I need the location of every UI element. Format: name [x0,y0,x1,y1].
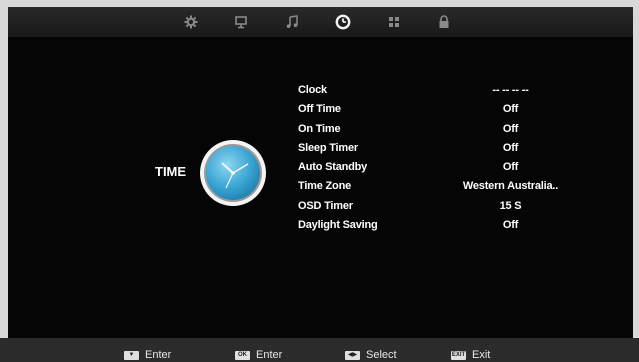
down-key-icon: ▼ [124,350,139,360]
menu-label: Clock [298,84,327,96]
time-settings-menu: Clock -- -- -- -- Off Time Off On Time O… [298,80,578,234]
menu-row-time-zone[interactable]: Time Zone Western Australia.. [298,176,578,195]
menu-label: Off Time [298,103,341,116]
monitor-icon[interactable] [232,13,250,31]
menu-label: OSD Timer [298,199,353,212]
clock-icon[interactable] [334,13,352,31]
left-right-key-icon: ◀▶ [345,350,360,360]
menu-label: On Time [298,122,341,135]
gear-icon[interactable] [182,13,200,31]
grid-icon[interactable] [385,13,403,31]
menu-row-daylight-saving[interactable]: Daylight Saving Off [298,215,578,234]
hint-label: Exit [472,349,491,361]
menu-label: Time Zone [298,180,352,193]
clock-icon [198,138,268,208]
menu-label: Daylight Saving [298,219,378,232]
menu-row-auto-standby[interactable]: Auto Standby Off [298,157,578,176]
menu-label: Sleep Timer [298,141,358,154]
lock-icon[interactable] [435,13,453,31]
menu-row-osd-timer[interactable]: OSD Timer 15 S [298,196,578,215]
menu-value: -- -- -- -- [492,84,529,96]
menu-value: Off [502,122,519,135]
menu-row-off-time[interactable]: Off Time Off [298,99,578,118]
menu-row-sleep-timer[interactable]: Sleep Timer Off [298,138,578,157]
menu-label: Auto Standby [298,161,368,174]
menu-row-clock[interactable]: Clock -- -- -- -- [298,80,578,99]
menu-value: Off [502,103,519,116]
hint-bar: ▼ Enter OK Enter ◀▶ Select EXIT Exit [0,338,639,362]
music-note-icon[interactable] [283,13,301,31]
menu-value: 15 S [499,199,522,212]
hint-label: Enter [256,349,283,361]
menu-row-on-time[interactable]: On Time Off [298,119,578,138]
menu-value: Off [502,141,519,154]
hint-select: ◀▶ Select [345,348,397,362]
hint-label: Enter [145,349,172,361]
ok-key-icon: OK [235,350,250,360]
menu-tab-bar [8,7,633,37]
menu-value: Western Australia.. [462,180,559,193]
hint-label: Select [366,349,397,361]
menu-value: Off [502,161,519,174]
hint-exit: EXIT Exit [451,348,490,362]
section-title: TIME [155,164,187,179]
exit-key-icon: EXIT [451,350,466,360]
hint-enter-down: ▼ Enter [124,348,171,362]
hint-enter-ok: OK Enter [235,348,282,362]
menu-value: Off [502,219,519,232]
tv-screen: TIME Clock -- -- -- -- Off Time Off On T… [8,7,633,341]
